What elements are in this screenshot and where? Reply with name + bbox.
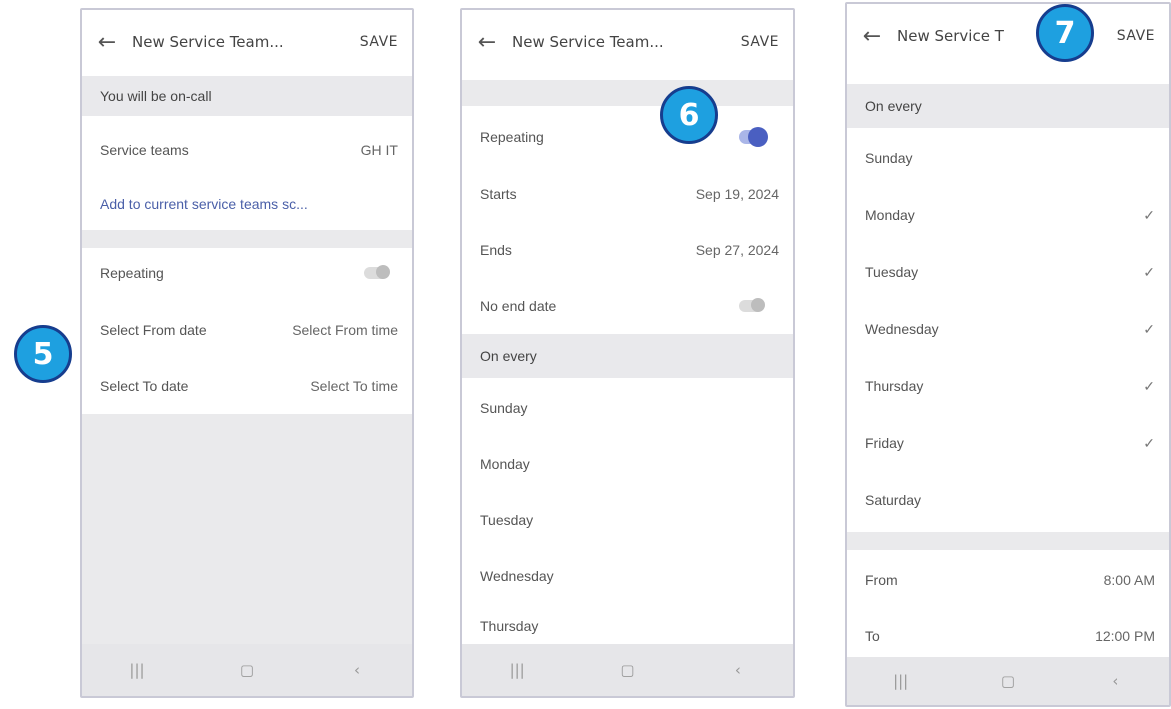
screen-1: ← New Service Team... SAVE You will be o… [80, 8, 414, 698]
day-row[interactable]: Saturday [847, 472, 1169, 528]
app-header: ← New Service Team... SAVE [462, 10, 793, 74]
on-call-label: You will be on-call [100, 88, 212, 104]
day-row[interactable]: Sunday [847, 130, 1169, 186]
day-label: Monday [865, 207, 915, 223]
back-nav-icon[interactable]: ‹ [723, 661, 753, 679]
on-every-label: On every [865, 98, 922, 114]
app-header: ← New Service T SAVE [847, 4, 1169, 68]
system-nav-bar: ||| ▢ ‹ [847, 657, 1169, 705]
system-nav-bar: ||| ▢ ‹ [462, 644, 793, 696]
no-end-date-toggle[interactable] [739, 298, 765, 312]
day-label: Friday [865, 435, 904, 451]
page-title: New Service Team... [132, 33, 284, 51]
home-icon[interactable]: ▢ [612, 661, 642, 679]
checkmark-icon: ✓ [1143, 206, 1155, 223]
add-to-schedule-link[interactable]: Add to current service teams sc... [100, 196, 398, 212]
from-row: Select From date Select From time [82, 302, 412, 358]
day-row[interactable]: Friday ✓ [847, 414, 1169, 472]
day-label: Sunday [865, 150, 913, 166]
service-teams-value: GH IT [360, 142, 398, 158]
day-row[interactable]: Tuesday ✓ [847, 244, 1169, 300]
save-button[interactable]: SAVE [741, 34, 793, 50]
page-title: New Service Team... [512, 33, 664, 51]
day-row[interactable]: Wednesday ✓ [847, 300, 1169, 358]
to-label: To [865, 628, 880, 644]
save-button[interactable]: SAVE [1117, 28, 1169, 44]
checkmark-icon: ✓ [1143, 377, 1155, 394]
section-divider [847, 532, 1169, 550]
to-time-value: 12:00 PM [1095, 628, 1155, 644]
recents-icon[interactable]: ||| [502, 661, 532, 679]
step-badge-6: 6 [660, 86, 718, 144]
day-row[interactable]: Thursday [462, 604, 793, 648]
day-row[interactable]: Monday ✓ [847, 186, 1169, 244]
repeating-row[interactable]: Repeating [462, 108, 793, 166]
day-label: Monday [480, 456, 530, 472]
day-label: Wednesday [865, 321, 939, 337]
day-row[interactable]: Thursday ✓ [847, 358, 1169, 414]
recents-icon[interactable]: ||| [886, 672, 916, 690]
checkmark-icon: ✓ [1143, 320, 1155, 337]
repeating-label: Repeating [100, 265, 164, 281]
no-end-date-row[interactable]: No end date [462, 278, 793, 334]
screen-2: ← New Service Team... SAVE Repeating Sta… [460, 8, 795, 698]
select-to-time[interactable]: Select To time [310, 378, 398, 394]
repeating-row[interactable]: Repeating [82, 244, 412, 302]
no-end-date-label: No end date [480, 298, 557, 314]
checkmark-icon: ✓ [1143, 434, 1155, 451]
home-icon[interactable]: ▢ [993, 672, 1023, 690]
day-label: Tuesday [865, 264, 919, 280]
select-from-date[interactable]: Select From date [100, 322, 292, 338]
day-label: Thursday [865, 378, 924, 394]
starts-row[interactable]: Starts Sep 19, 2024 [462, 166, 793, 222]
repeating-toggle[interactable] [739, 127, 768, 147]
from-time-value: 8:00 AM [1103, 572, 1155, 588]
starts-label: Starts [480, 186, 517, 202]
to-row[interactable]: To 12:00 PM [847, 608, 1169, 664]
select-from-time[interactable]: Select From time [292, 322, 398, 338]
day-label: Tuesday [480, 512, 534, 528]
save-button[interactable]: SAVE [360, 34, 412, 50]
home-icon[interactable]: ▢ [232, 661, 262, 679]
screen-3: ← New Service T SAVE On every Sunday Mon… [845, 2, 1171, 707]
ends-label: Ends [480, 242, 512, 258]
to-row: Select To date Select To time [82, 358, 412, 414]
ends-row[interactable]: Ends Sep 27, 2024 [462, 222, 793, 278]
from-label: From [865, 572, 898, 588]
day-label: Sunday [480, 400, 528, 416]
add-to-schedule-link-row[interactable]: Add to current service teams sc... [82, 178, 412, 230]
ends-value: Sep 27, 2024 [695, 242, 779, 258]
day-label: Thursday [480, 618, 539, 634]
on-every-section-header: On every [462, 334, 793, 378]
back-nav-icon[interactable]: ‹ [1100, 672, 1130, 690]
day-label: Saturday [865, 492, 922, 508]
repeating-toggle[interactable] [364, 265, 390, 279]
section-divider [462, 80, 793, 106]
day-row[interactable]: Wednesday [462, 548, 793, 604]
back-arrow-icon[interactable]: ← [82, 30, 132, 55]
day-row[interactable]: Monday [462, 436, 793, 492]
system-nav-bar: ||| ▢ ‹ [82, 644, 412, 696]
on-every-section-header: On every [847, 84, 1169, 128]
service-teams-row[interactable]: Service teams GH IT [82, 122, 412, 178]
day-row[interactable]: Sunday [462, 380, 793, 436]
from-row[interactable]: From 8:00 AM [847, 552, 1169, 608]
empty-area [82, 414, 412, 644]
select-to-date[interactable]: Select To date [100, 378, 310, 394]
on-call-section-header: You will be on-call [82, 76, 412, 116]
service-teams-label: Service teams [100, 142, 189, 158]
back-arrow-icon[interactable]: ← [847, 24, 897, 49]
on-every-label: On every [480, 348, 537, 364]
day-row[interactable]: Tuesday [462, 492, 793, 548]
app-header: ← New Service Team... SAVE [82, 10, 412, 74]
back-arrow-icon[interactable]: ← [462, 30, 512, 55]
back-nav-icon[interactable]: ‹ [342, 661, 372, 679]
day-label: Wednesday [480, 568, 554, 584]
checkmark-icon: ✓ [1143, 263, 1155, 280]
step-badge-7: 7 [1036, 4, 1094, 62]
recents-icon[interactable]: ||| [122, 661, 152, 679]
step-badge-5: 5 [14, 325, 72, 383]
starts-value: Sep 19, 2024 [695, 186, 779, 202]
